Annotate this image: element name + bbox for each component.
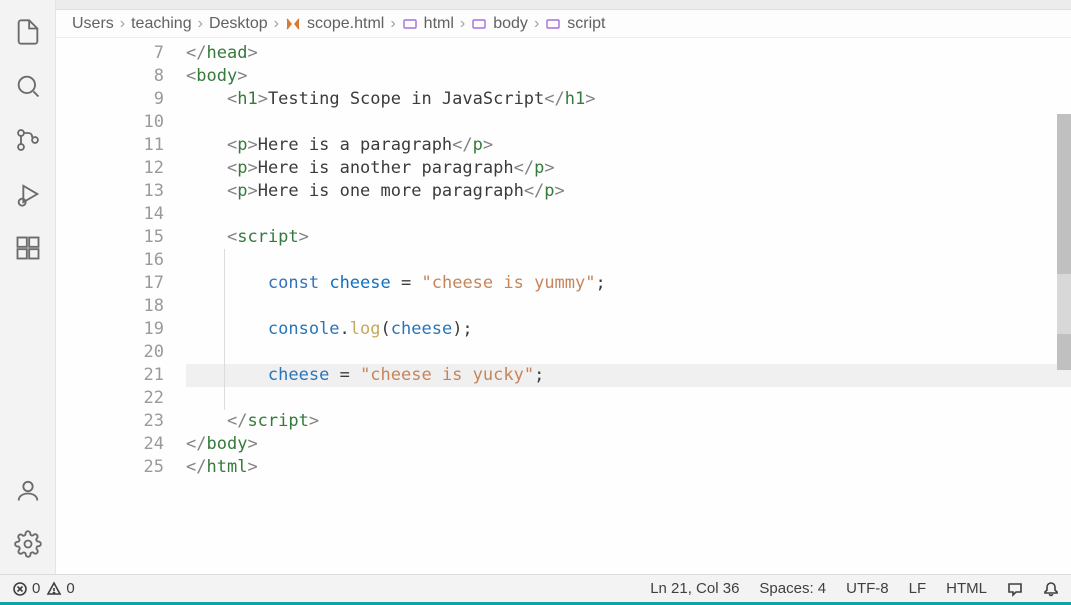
line-number: 17 (56, 272, 164, 295)
editor-area: Users › teaching › Desktop › scope.html … (56, 0, 1071, 574)
symbol-icon (545, 16, 561, 32)
line-number: 16 (56, 249, 164, 272)
code-line[interactable]: console.log(cheese); (186, 318, 1071, 341)
code-line[interactable] (186, 249, 1071, 272)
code-line[interactable]: </body> (186, 433, 1071, 456)
breadcrumb-item[interactable]: Users (72, 15, 114, 33)
line-number: 25 (56, 456, 164, 479)
line-number: 20 (56, 341, 164, 364)
line-number: 12 (56, 157, 164, 180)
settings-gear-icon[interactable] (4, 520, 52, 568)
status-warnings[interactable]: 0 (46, 580, 74, 597)
symbol-icon (402, 16, 418, 32)
chevron-right-icon: › (198, 15, 203, 33)
status-eol[interactable]: LF (909, 580, 927, 597)
explorer-icon[interactable] (4, 8, 52, 56)
line-number: 23 (56, 410, 164, 433)
symbol-icon (471, 16, 487, 32)
tab-bar[interactable] (56, 0, 1071, 10)
code-line[interactable]: </html> (186, 456, 1071, 479)
breadcrumb-item[interactable]: teaching (131, 15, 192, 33)
code-line[interactable] (186, 295, 1071, 318)
code-line[interactable] (186, 341, 1071, 364)
activity-bar (0, 0, 56, 574)
code-line[interactable]: <body> (186, 65, 1071, 88)
code-line[interactable] (186, 203, 1071, 226)
notifications-bell-icon[interactable] (1043, 581, 1059, 597)
line-number: 13 (56, 180, 164, 203)
code-line[interactable]: <p>Here is another paragraph</p> (186, 157, 1071, 180)
status-cursor-position[interactable]: Ln 21, Col 36 (650, 580, 739, 597)
minimap-slider[interactable] (1057, 274, 1071, 334)
breadcrumb-item[interactable]: html (424, 15, 454, 33)
breadcrumb-item[interactable]: body (493, 15, 528, 33)
breadcrumb-item[interactable]: script (567, 15, 605, 33)
chevron-right-icon: › (274, 15, 279, 33)
line-number: 8 (56, 65, 164, 88)
chevron-right-icon: › (390, 15, 395, 33)
status-language[interactable]: HTML (946, 580, 987, 597)
line-number: 9 (56, 88, 164, 111)
line-number: 14 (56, 203, 164, 226)
line-number: 19 (56, 318, 164, 341)
scrollbar[interactable] (1057, 38, 1071, 574)
code-content[interactable]: </head><body> <h1>Testing Scope in JavaS… (186, 38, 1071, 574)
account-icon[interactable] (4, 466, 52, 514)
code-line[interactable]: const cheese = "cheese is yummy"; (186, 272, 1071, 295)
status-encoding[interactable]: UTF-8 (846, 580, 889, 597)
code-line[interactable] (186, 111, 1071, 134)
breadcrumb-item[interactable]: Desktop (209, 15, 268, 33)
extensions-icon[interactable] (4, 224, 52, 272)
chevron-right-icon: › (534, 15, 539, 33)
run-debug-icon[interactable] (4, 170, 52, 218)
feedback-icon[interactable] (1007, 581, 1023, 597)
source-control-icon[interactable] (4, 116, 52, 164)
line-number: 18 (56, 295, 164, 318)
file-code-icon (285, 16, 301, 32)
line-number: 11 (56, 134, 164, 157)
line-number: 15 (56, 226, 164, 249)
line-number-gutter[interactable]: 78910111213141516171819202122232425 (56, 38, 186, 574)
code-line[interactable]: <p>Here is one more paragraph</p> (186, 180, 1071, 203)
status-errors[interactable]: 0 (12, 580, 40, 597)
line-number: 24 (56, 433, 164, 456)
code-line[interactable]: </head> (186, 42, 1071, 65)
warning-count: 0 (66, 580, 74, 597)
status-bar: 0 0 Ln 21, Col 36 Spaces: 4 UTF-8 LF HTM… (0, 574, 1071, 602)
chevron-right-icon: › (460, 15, 465, 33)
status-indentation[interactable]: Spaces: 4 (759, 580, 826, 597)
code-line[interactable]: <script> (186, 226, 1071, 249)
error-count: 0 (32, 580, 40, 597)
breadcrumb-item[interactable]: scope.html (307, 15, 384, 33)
line-number: 10 (56, 111, 164, 134)
code-line[interactable]: <p>Here is a paragraph</p> (186, 134, 1071, 157)
line-number: 7 (56, 42, 164, 65)
code-editor[interactable]: 78910111213141516171819202122232425 </he… (56, 38, 1071, 574)
line-number: 21 (56, 364, 164, 387)
breadcrumb[interactable]: Users › teaching › Desktop › scope.html … (56, 10, 1071, 38)
code-line[interactable]: <h1>Testing Scope in JavaScript</h1> (186, 88, 1071, 111)
search-icon[interactable] (4, 62, 52, 110)
code-line[interactable]: </script> (186, 410, 1071, 433)
code-line[interactable]: cheese = "cheese is yucky"; (186, 364, 1071, 387)
code-line[interactable] (186, 387, 1071, 410)
chevron-right-icon: › (120, 15, 125, 33)
line-number: 22 (56, 387, 164, 410)
